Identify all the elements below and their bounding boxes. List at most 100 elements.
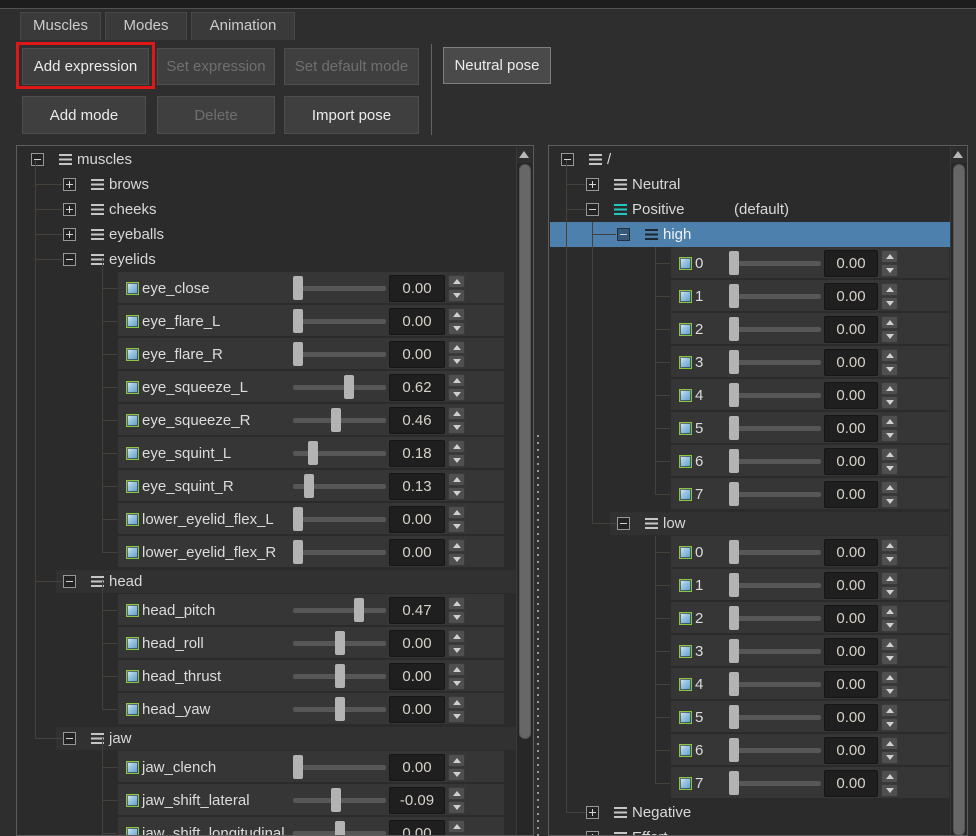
tree-group-neutral[interactable]: Neutral — [550, 172, 951, 197]
tree-item-2[interactable]: 20.00 — [550, 602, 951, 635]
bars-icon[interactable] — [645, 229, 658, 240]
import-pose-button[interactable]: Import pose — [284, 96, 419, 134]
spin-up-button[interactable] — [448, 754, 465, 767]
spin-up-button[interactable] — [448, 787, 465, 800]
tree-item-2[interactable]: 20.00 — [550, 313, 951, 346]
channel-checkbox[interactable] — [679, 711, 692, 724]
slider-track[interactable] — [729, 459, 821, 464]
tree-item-5[interactable]: 50.00 — [550, 701, 951, 734]
value-field[interactable]: 0.00 — [389, 308, 445, 335]
channel-checkbox[interactable] — [679, 290, 692, 303]
value-field[interactable]: 0.13 — [389, 473, 445, 500]
slider-handle[interactable] — [354, 598, 364, 622]
channel-checkbox[interactable] — [126, 604, 139, 617]
slider-track[interactable] — [293, 352, 386, 357]
tree-item-7[interactable]: 70.00 — [550, 478, 951, 511]
neutral-pose-button[interactable]: Neutral pose — [443, 47, 551, 84]
channel-checkbox[interactable] — [679, 645, 692, 658]
slider-track[interactable] — [293, 319, 386, 324]
slider-track[interactable] — [729, 682, 821, 687]
spin-down-button[interactable] — [448, 487, 465, 500]
spin-down-button[interactable] — [881, 553, 898, 566]
value-field[interactable]: 0.46 — [389, 407, 445, 434]
spin-down-button[interactable] — [881, 363, 898, 376]
vertical-scrollbar[interactable] — [950, 147, 966, 835]
tree-item-jaw-clench[interactable]: jaw_clench0.00 — [18, 751, 518, 784]
spin-down-button[interactable] — [448, 644, 465, 657]
vertical-scrollbar[interactable] — [516, 147, 532, 835]
spin-down-button[interactable] — [448, 322, 465, 335]
spin-up-button[interactable] — [881, 704, 898, 717]
collapse-toggle[interactable] — [31, 153, 44, 166]
slider-track[interactable] — [293, 451, 386, 456]
scroll-up-button[interactable] — [517, 147, 532, 163]
tab-muscles[interactable]: Muscles — [20, 12, 101, 40]
tree-item-eye-squint-r[interactable]: eye_squint_R0.13 — [18, 470, 518, 503]
slider-track[interactable] — [293, 550, 386, 555]
tree-group-muscles[interactable]: muscles — [18, 147, 518, 172]
channel-checkbox[interactable] — [126, 381, 139, 394]
value-field[interactable]: 0.00 — [824, 539, 878, 566]
slider-handle[interactable] — [293, 540, 303, 564]
collapse-toggle[interactable] — [586, 203, 599, 216]
slider-handle[interactable] — [335, 697, 345, 721]
value-field[interactable]: 0.00 — [389, 663, 445, 690]
spin-up-button[interactable] — [881, 539, 898, 552]
expand-toggle[interactable] — [586, 178, 599, 191]
tree-item-3[interactable]: 30.00 — [550, 635, 951, 668]
slider-handle[interactable] — [729, 482, 739, 506]
value-field[interactable]: 0.00 — [824, 415, 878, 442]
channel-checkbox[interactable] — [679, 356, 692, 369]
tree-group-jaw[interactable]: jaw — [18, 726, 518, 751]
tree-item-eye-squint-l[interactable]: eye_squint_L0.18 — [18, 437, 518, 470]
slider-track[interactable] — [729, 360, 821, 365]
spin-down-button[interactable] — [881, 784, 898, 797]
spin-up-button[interactable] — [881, 316, 898, 329]
tree-item-1[interactable]: 10.00 — [550, 569, 951, 602]
spin-down-button[interactable] — [881, 297, 898, 310]
value-field[interactable]: 0.00 — [824, 250, 878, 277]
slider-track[interactable] — [293, 517, 386, 522]
slider-track[interactable] — [729, 550, 821, 555]
expand-toggle[interactable] — [586, 831, 599, 836]
channel-checkbox[interactable] — [679, 455, 692, 468]
slider-track[interactable] — [293, 385, 386, 390]
spin-down-button[interactable] — [448, 801, 465, 814]
collapse-toggle[interactable] — [63, 575, 76, 588]
tree-group-effort[interactable]: Effort — [550, 825, 951, 836]
value-field[interactable]: 0.00 — [824, 638, 878, 665]
value-field[interactable]: 0.00 — [824, 382, 878, 409]
spin-up-button[interactable] — [881, 638, 898, 651]
value-field[interactable]: 0.00 — [824, 448, 878, 475]
spin-down-button[interactable] — [448, 710, 465, 723]
spin-up-button[interactable] — [448, 663, 465, 676]
spin-down-button[interactable] — [448, 768, 465, 781]
bars-icon[interactable] — [91, 204, 104, 215]
bars-icon[interactable] — [91, 229, 104, 240]
slider-handle[interactable] — [335, 631, 345, 655]
bars-icon[interactable] — [614, 179, 627, 190]
tree-item-head-pitch[interactable]: head_pitch0.47 — [18, 594, 518, 627]
spin-up-button[interactable] — [881, 481, 898, 494]
bars-icon[interactable] — [91, 254, 104, 265]
slider-handle[interactable] — [729, 639, 739, 663]
value-field[interactable]: 0.00 — [389, 341, 445, 368]
tree-item-eye-close[interactable]: eye_close0.00 — [18, 272, 518, 305]
channel-checkbox[interactable] — [126, 513, 139, 526]
expand-toggle[interactable] — [63, 203, 76, 216]
spin-up-button[interactable] — [448, 539, 465, 552]
slider-handle[interactable] — [729, 540, 739, 564]
tree-item-1[interactable]: 10.00 — [550, 280, 951, 313]
slider-handle[interactable] — [729, 771, 739, 795]
slider-handle[interactable] — [335, 664, 345, 688]
tree-item-head-thrust[interactable]: head_thrust0.00 — [18, 660, 518, 693]
spin-up-button[interactable] — [448, 341, 465, 354]
tree-item-4[interactable]: 40.00 — [550, 379, 951, 412]
slider-handle[interactable] — [729, 416, 739, 440]
channel-checkbox[interactable] — [126, 480, 139, 493]
spin-up-button[interactable] — [448, 473, 465, 486]
tree-item-head-roll[interactable]: head_roll0.00 — [18, 627, 518, 660]
channel-checkbox[interactable] — [126, 348, 139, 361]
spin-up-button[interactable] — [448, 696, 465, 709]
slider-handle[interactable] — [729, 738, 739, 762]
